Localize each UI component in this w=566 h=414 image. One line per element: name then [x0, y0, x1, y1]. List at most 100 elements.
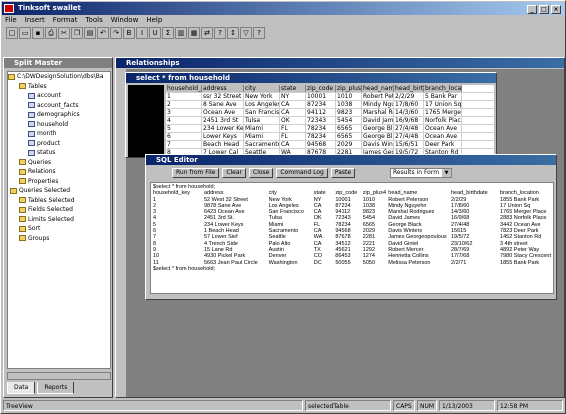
tree-node[interactable]: account [8, 91, 110, 101]
tree-horizontal-scrollbar[interactable] [7, 372, 111, 380]
command-log-button[interactable]: Command Log [276, 168, 328, 178]
column-header[interactable]: zip_code [306, 85, 336, 92]
column-header[interactable]: head_birthd [394, 85, 424, 92]
column-header[interactable]: city [244, 85, 280, 92]
status-num: NUM [417, 400, 437, 411]
clear-button[interactable]: Clear [222, 168, 247, 178]
column-header[interactable]: state [280, 85, 306, 92]
open-icon[interactable]: ▭ [19, 27, 31, 39]
filter-icon[interactable]: ▽ [240, 27, 252, 39]
tree-node[interactable]: demographics [8, 110, 110, 120]
dropdown-arrow-icon[interactable]: ▼ [442, 169, 451, 177]
tree-node[interactable]: Tables Selected [8, 196, 110, 206]
tree-node[interactable]: product [8, 139, 110, 149]
table-cell: 87234 [306, 101, 336, 108]
paste-button[interactable]: Paste [330, 168, 356, 178]
menu-file[interactable]: File [5, 15, 17, 26]
tree-node[interactable]: Tables [8, 82, 110, 92]
minimize-button[interactable]: _ [527, 5, 537, 14]
italic-icon[interactable]: I [136, 27, 148, 39]
query-icon[interactable]: ? [214, 27, 226, 39]
status-table-text: selectedTable [308, 403, 349, 410]
table-row[interactable]: 6Lower KeysMiamiFL782346565George Blac27… [166, 133, 494, 141]
tree-node[interactable]: Queries Selected [8, 186, 110, 196]
tree-node-label: Limits Selected [28, 215, 74, 223]
column-header[interactable]: address [202, 85, 244, 92]
tree-node-label: account_facts [37, 101, 79, 109]
table-cell: Los Angeles [245, 101, 280, 108]
table-cell: 5 Bank Par [424, 93, 462, 100]
sort-icon[interactable]: ↕ [227, 27, 239, 39]
new-icon[interactable]: □ [6, 27, 18, 39]
menu-format[interactable]: Format [53, 15, 78, 26]
table-icon [28, 140, 35, 146]
chart-icon[interactable]: ▥ [175, 27, 187, 39]
column-header[interactable]: household_k [166, 85, 202, 92]
status-date: 1/13/2003 [439, 400, 495, 411]
tree-view[interactable]: C:\DWDesignSolution\dbs\Ba Tables account… [7, 71, 111, 369]
sql-result-cell: 1855 Bank Park [500, 259, 540, 266]
app-title: Tinksoft swallet [18, 4, 81, 12]
table-cell: 15/6/51 [394, 141, 424, 148]
maximize-button[interactable]: □ [539, 5, 549, 14]
column-header[interactable]: branch_loca [424, 85, 462, 92]
table-cell: 2/2/29 [394, 93, 424, 100]
cut-icon[interactable]: ✂ [58, 27, 70, 39]
underline-icon[interactable]: U [149, 27, 161, 39]
tree-node[interactable]: Groups [8, 234, 110, 244]
household-grid[interactable]: household_k address city state zip_code zip_p… [166, 85, 494, 157]
table-icon[interactable]: ▦ [188, 27, 200, 39]
table-row[interactable]: 28 Sane Ave Los Angeles CA 87234 1038 Mindy N… [166, 101, 494, 109]
close-button[interactable]: Close [249, 168, 274, 178]
table-row[interactable]: 7 Beach Head Sacramento CA 94568 2029 Davis Wi… [166, 141, 494, 149]
help-icon[interactable]: ? [253, 27, 265, 39]
sum-icon[interactable]: Σ [162, 27, 174, 39]
tab-data[interactable]: Data [7, 382, 36, 394]
sql-result-cell: DC [313, 259, 322, 266]
table-cell: Deer Park [424, 141, 462, 148]
table-cell: 6 [166, 133, 202, 140]
close-button[interactable]: × [551, 5, 561, 14]
tree-node[interactable]: month [8, 129, 110, 139]
table-cell: ssr 32 Street [202, 93, 244, 100]
tree-root[interactable]: C:\DWDesignSolution\dbs\Ba [8, 72, 110, 82]
save-icon[interactable]: ▪ [32, 27, 44, 39]
tree-node[interactable]: household [8, 120, 110, 130]
tree-node[interactable]: account_facts [8, 101, 110, 111]
table-row[interactable]: 5 234 Lower Ke Miami FL 78234 6565 George Bla 2… [166, 125, 494, 133]
tree-node[interactable]: Queries [8, 158, 110, 168]
tree-node-label: product [37, 139, 61, 147]
column-header[interactable]: head_name [362, 85, 394, 92]
menu-window[interactable]: Window [111, 15, 139, 26]
column-header[interactable]: zip_plus4 [336, 85, 362, 92]
menu-help[interactable]: Help [146, 15, 162, 26]
result-mode-select[interactable]: Results in Form ▼ [390, 168, 452, 178]
print-icon[interactable]: ⎙ [45, 27, 57, 39]
run-from-file-button[interactable]: Run from File [172, 168, 220, 178]
tree-node[interactable]: status [8, 148, 110, 158]
table-row[interactable]: 4 2451 3rd St Tulsa OK 72343 5454 David Jame 16… [166, 117, 494, 125]
table-row[interactable]: 3 Ocean Ave San Francis CA 94112 9823 Marshal … [166, 109, 494, 117]
household-query-window: select * from household household_k addre… [125, 72, 497, 158]
bold-icon[interactable]: B [123, 27, 135, 39]
tree-node[interactable]: Limits Selected [8, 215, 110, 225]
copy-icon[interactable]: ❐ [71, 27, 83, 39]
tree-node[interactable]: Sort [8, 224, 110, 234]
table-cell: 5454 [336, 117, 362, 124]
tree-node[interactable]: Relations [8, 167, 110, 177]
menu-insert[interactable]: Insert [25, 15, 45, 26]
undo-icon[interactable]: ↶ [97, 27, 109, 39]
tree-node[interactable]: Properties [8, 177, 110, 187]
table-cell: 17 Union Sq [425, 101, 462, 108]
sql-results-text[interactable]: $select * from household; household_key a… [150, 182, 554, 294]
paste-icon[interactable]: ▤ [84, 27, 96, 39]
tree-node-label: Groups [28, 234, 50, 242]
relation-icon[interactable]: ⇄ [201, 27, 213, 39]
tab-reports[interactable]: Reports [37, 382, 75, 394]
tree-node[interactable]: Fields Selected [8, 205, 110, 215]
split-master-title: Split Master [14, 59, 63, 67]
table-icon [28, 121, 35, 127]
table-row[interactable]: 1 ssr 32 Street New York NY 10001 1010 Robert … [166, 93, 494, 101]
menu-tools[interactable]: Tools [85, 15, 102, 26]
redo-icon[interactable]: ↷ [110, 27, 122, 39]
